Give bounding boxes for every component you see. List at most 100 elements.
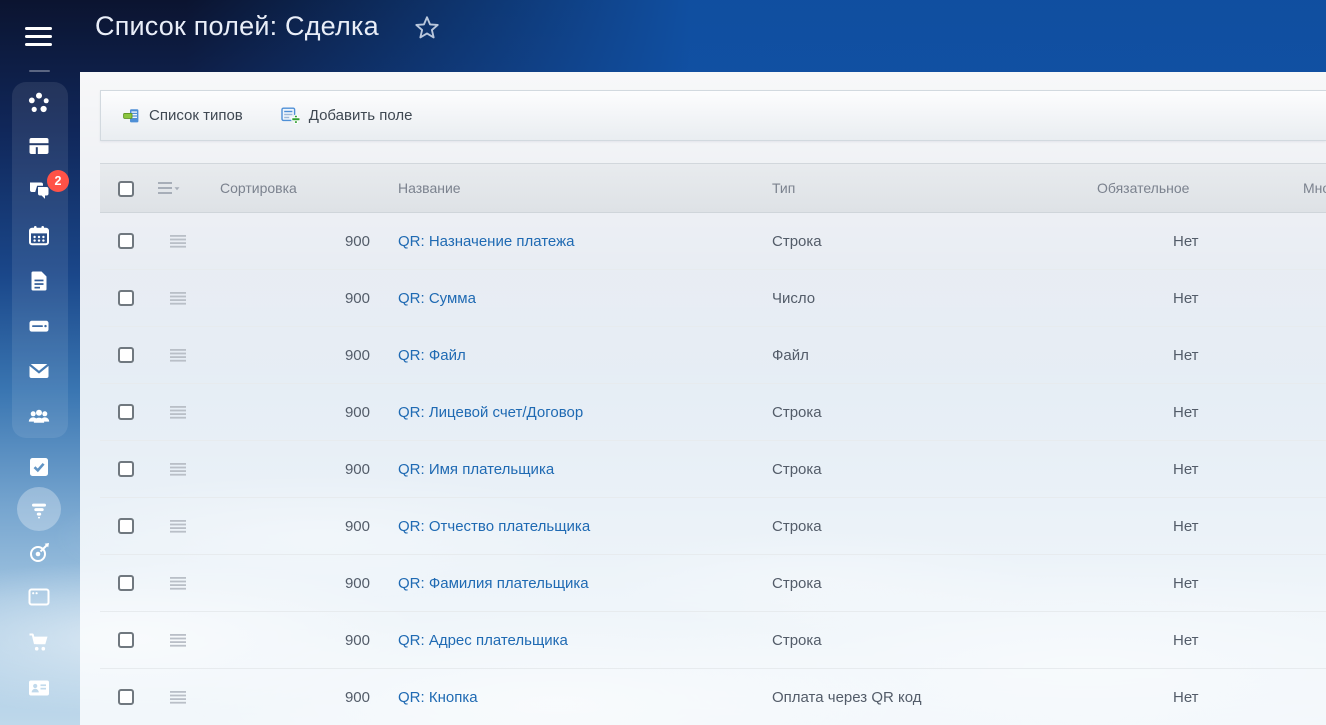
sidebar-item-mail[interactable] [17, 349, 61, 393]
sidebar-item-sites[interactable] [17, 575, 61, 619]
main-menu-icon[interactable] [25, 27, 52, 48]
favorite-star-icon[interactable] [413, 14, 441, 42]
window-lines-icon [27, 134, 51, 158]
field-name-link[interactable]: QR: Отчество плательщика [398, 518, 590, 535]
sidebar-item-contacts[interactable] [17, 666, 61, 710]
drag-handle[interactable] [170, 612, 186, 668]
sort-value: 900 [250, 669, 370, 725]
drag-handle[interactable] [170, 498, 186, 554]
sort-value: 900 [250, 384, 370, 440]
field-required: Нет [1173, 555, 1199, 611]
add-field-button[interactable]: Добавить поле [281, 107, 413, 124]
field-name-link[interactable]: QR: Имя плательщика [398, 461, 554, 478]
field-name-link[interactable]: QR: Адрес плательщика [398, 632, 568, 649]
list-types-button[interactable]: Список типов [123, 107, 243, 124]
list-types-label: Список типов [149, 107, 243, 124]
sort-value: 900 [250, 213, 370, 269]
grid-settings-icon[interactable] [157, 180, 181, 198]
sort-value: 900 [250, 612, 370, 668]
add-field-label: Добавить поле [309, 107, 413, 124]
field-type: Файл [772, 327, 809, 383]
field-type: Число [772, 270, 815, 326]
row-checkbox[interactable] [118, 689, 134, 705]
field-name-link[interactable]: QR: Лицевой счет/Договор [398, 404, 583, 421]
row-checkbox[interactable] [118, 518, 134, 534]
check-square-icon [27, 455, 51, 479]
sidebar-item-tasks[interactable] [17, 445, 61, 489]
people-icon [27, 404, 51, 428]
field-name-link[interactable]: QR: Файл [398, 347, 466, 364]
row-checkbox[interactable] [118, 233, 134, 249]
row-checkbox[interactable] [118, 632, 134, 648]
table-row: 900 QR: Имя плательщика Строка Нет [100, 441, 1326, 498]
row-checkbox[interactable] [118, 347, 134, 363]
drive-icon [27, 314, 51, 338]
table-row: 900 QR: Файл Файл Нет [100, 327, 1326, 384]
field-required: Нет [1173, 384, 1199, 440]
field-type: Оплата через QR код [772, 669, 922, 725]
grid-rows: 900 QR: Назначение платежа Строка Нет 90… [100, 213, 1326, 725]
column-header-multiple[interactable]: Множественное [1303, 164, 1326, 212]
sidebar-item-marketing[interactable] [17, 531, 61, 575]
sidebar-item-feed[interactable] [17, 81, 61, 125]
field-required: Нет [1173, 498, 1199, 554]
drag-handle[interactable] [170, 669, 186, 725]
calendar-icon [27, 224, 51, 248]
funnel-icon [27, 497, 51, 521]
field-type: Строка [772, 498, 822, 554]
field-type: Строка [772, 555, 822, 611]
row-checkbox[interactable] [118, 575, 134, 591]
field-required: Нет [1173, 612, 1199, 668]
select-all-checkbox[interactable] [118, 181, 134, 197]
drag-handle[interactable] [170, 555, 186, 611]
drag-handle[interactable] [170, 213, 186, 269]
drag-handle[interactable] [170, 270, 186, 326]
column-header-required[interactable]: Обязательное [1097, 164, 1189, 212]
sidebar-item-employees[interactable] [17, 394, 61, 438]
list-types-icon [123, 108, 140, 124]
browser-window-icon [27, 585, 51, 609]
row-checkbox[interactable] [118, 461, 134, 477]
sidebar-item-crm[interactable] [17, 487, 61, 531]
sidebar-item-workspace[interactable] [17, 124, 61, 168]
pulse-icon [27, 91, 51, 115]
sort-value: 900 [250, 327, 370, 383]
field-required: Нет [1173, 441, 1199, 497]
sidebar-item-drive[interactable] [17, 304, 61, 348]
table-row: 900 QR: Фамилия плательщика Строка Нет [100, 555, 1326, 612]
page-title: Список полей: Сделка [95, 11, 379, 42]
envelope-icon [27, 359, 51, 383]
row-checkbox[interactable] [118, 404, 134, 420]
column-header-name[interactable]: Название [398, 164, 461, 212]
field-name-link[interactable]: QR: Кнопка [398, 689, 478, 706]
content-panel: Список типов Добавить поле Сортировка На… [80, 72, 1326, 725]
field-required: Нет [1173, 270, 1199, 326]
field-required: Нет [1173, 327, 1199, 383]
field-name-link[interactable]: QR: Фамилия плательщика [398, 575, 589, 592]
row-checkbox[interactable] [118, 290, 134, 306]
toolbar: Список типов Добавить поле [100, 90, 1326, 141]
grid-header: Сортировка Название Тип Обязательное Мно… [100, 163, 1326, 213]
shopping-cart-icon [27, 630, 51, 654]
field-name-link[interactable]: QR: Сумма [398, 290, 476, 307]
field-required: Нет [1173, 669, 1199, 725]
field-name-link[interactable]: QR: Назначение платежа [398, 233, 574, 250]
table-row: 900 QR: Сумма Число Нет [100, 270, 1326, 327]
sort-value: 900 [250, 441, 370, 497]
field-type: Строка [772, 213, 822, 269]
drag-handle[interactable] [170, 384, 186, 440]
sort-value: 900 [250, 555, 370, 611]
sidebar-item-documents[interactable] [17, 259, 61, 303]
sort-value: 900 [250, 498, 370, 554]
sidebar-divider [29, 70, 50, 72]
target-arrow-icon [27, 541, 51, 565]
drag-handle[interactable] [170, 327, 186, 383]
column-header-type[interactable]: Тип [772, 164, 795, 212]
contact-card-icon [27, 676, 51, 700]
column-header-sort[interactable]: Сортировка [220, 164, 297, 212]
drag-handle[interactable] [170, 441, 186, 497]
field-type: Строка [772, 441, 822, 497]
sidebar-item-calendar[interactable] [17, 214, 61, 258]
field-type: Строка [772, 612, 822, 668]
sidebar-item-store[interactable] [17, 620, 61, 664]
